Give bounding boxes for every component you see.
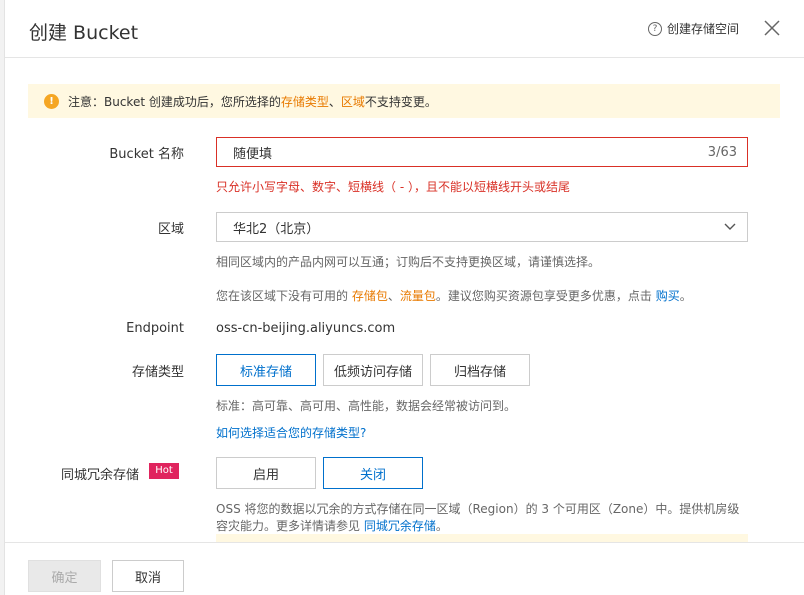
storage-class-ia[interactable]: 低频访问存储 xyxy=(323,354,423,386)
package-hint-middle: 。建议您购买资源包享受更多优惠，点击 xyxy=(435,289,656,303)
package-hint-sep: 、 xyxy=(387,289,400,303)
question-icon: ? xyxy=(648,21,662,36)
zrs-hint2-prefix: 容灾能力。更多详情请参见 xyxy=(216,519,364,533)
help-link[interactable]: ? 创建存储空间 xyxy=(648,20,739,37)
background-page-strip xyxy=(0,0,5,595)
chevron-down-icon xyxy=(724,223,736,230)
package-hint-prefix: 您在该区域下没有可用的 xyxy=(216,289,352,303)
zrs-disable[interactable]: 关闭 xyxy=(323,457,423,489)
zrs-hint: OSS 将您的数据以冗余的方式存储在同一区域（Region）的 3 个可用区（Z… xyxy=(216,502,740,516)
buy-link[interactable]: 购买 xyxy=(656,289,680,303)
bucket-name-input[interactable]: 随便填 3/63 xyxy=(216,137,748,167)
close-button[interactable] xyxy=(762,18,782,38)
region-label: 区域 xyxy=(157,222,184,237)
storage-class-help-link[interactable]: 如何选择适合您的存储类型? xyxy=(216,424,366,441)
zrs-doc-link[interactable]: 同城冗余存储 xyxy=(364,519,436,533)
cancel-button[interactable]: 取消 xyxy=(112,560,184,592)
package-hint-suffix: 。 xyxy=(679,289,692,303)
zrs-hint2-suffix: 。 xyxy=(435,519,448,533)
dialog-footer: 确定 取消 xyxy=(5,542,804,595)
notice-region: 区域 xyxy=(340,94,365,109)
storage-package-link[interactable]: 存储包 xyxy=(352,289,388,303)
zrs-hint-2: 容灾能力。更多详情请参见 同城冗余存储。 xyxy=(216,517,448,534)
notice-suffix: 不支持变更。 xyxy=(364,94,437,109)
notice-prefix: 注意：Bucket 创建成功后，您所选择的 xyxy=(68,94,281,109)
notice-storage-class: 存储类型 xyxy=(280,94,329,109)
bucket-name-value: 随便填 xyxy=(233,146,273,162)
warning-icon: ! xyxy=(44,93,59,109)
dialog-title: 创建 Bucket xyxy=(29,22,139,44)
storage-class-standard[interactable]: 标准存储 xyxy=(216,354,316,386)
notice-banner: ! 注意：Bucket 创建成功后，您所选择的 存储类型 、 区域 不支持变更。 xyxy=(28,84,780,118)
region-hint: 相同区域内的产品内网可以互通；订购后不支持更换区域，请谨慎选择。 xyxy=(216,255,601,269)
storage-class-label: 存储类型 xyxy=(131,365,184,380)
endpoint-value: oss-cn-beijing.aliyuncs.com xyxy=(216,321,396,336)
hot-badge: Hot xyxy=(149,463,179,479)
bucket-name-label: Bucket 名称 xyxy=(109,147,184,162)
bucket-name-error: 只允许小写字母、数字、短横线（ - ），且不能以短横线开头或结尾 xyxy=(216,180,570,194)
storage-class-archive[interactable]: 归档存储 xyxy=(430,354,530,386)
zrs-label: 同城冗余存储 xyxy=(60,468,139,483)
notice-sep: 、 xyxy=(328,94,341,109)
dialog-header: 创建 Bucket ? 创建存储空间 xyxy=(5,0,804,58)
region-selected: 华北2（北京） xyxy=(233,221,320,237)
char-counter: 3/63 xyxy=(707,144,737,160)
close-icon xyxy=(764,20,780,36)
help-link-label: 创建存储空间 xyxy=(667,22,740,36)
region-package-hint: 您在该区域下没有可用的 存储包、流量包。建议您购买资源包享受更多优惠，点击 购买… xyxy=(216,287,692,304)
confirm-button[interactable]: 确定 xyxy=(28,560,101,592)
zrs-enable[interactable]: 启用 xyxy=(216,457,316,489)
storage-class-hint: 标准：高可靠、高可用、高性能，数据会经常被访问到。 xyxy=(216,399,517,413)
endpoint-label: Endpoint xyxy=(126,321,184,336)
region-select[interactable]: 华北2（北京） xyxy=(216,212,748,242)
traffic-package-link[interactable]: 流量包 xyxy=(400,289,436,303)
